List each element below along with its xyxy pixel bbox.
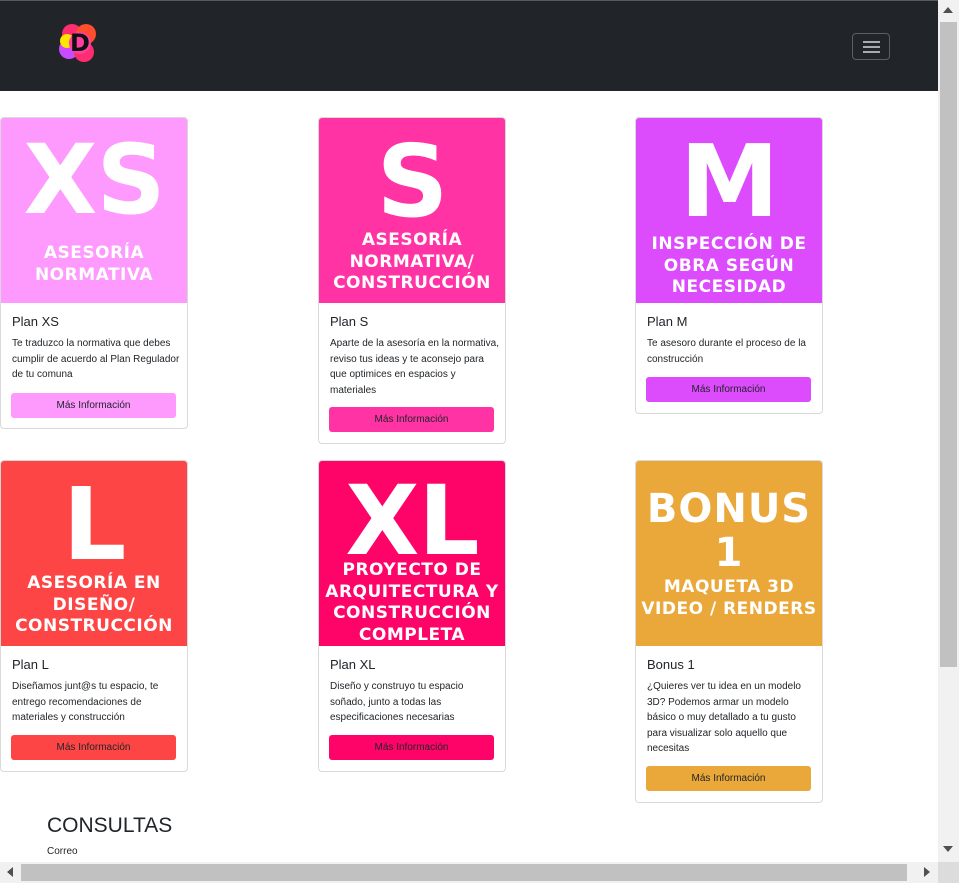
plan-subtitle: INSPECCIÓN DE OBRA SEGÚN NECESIDAD <box>651 234 807 297</box>
plan-subtitle: ASESORÍA NORMATIVA <box>34 243 154 285</box>
plan-card-image: S ASESORÍA NORMATIVA/ CONSTRUCCIÓN <box>319 118 505 303</box>
plan-title: Plan XL <box>330 657 376 672</box>
plan-title: Plan XS <box>12 314 59 329</box>
more-info-button[interactable]: Más Información <box>329 407 494 432</box>
plan-description: Diseño y construyo tu espacio soñado, ju… <box>330 681 464 723</box>
scroll-down-icon[interactable] <box>943 846 953 852</box>
plan-description: Diseñamos junt@s tu espacio, te entrego … <box>12 681 159 723</box>
plan-subtitle: MAQUETA 3D VIDEO / RENDERS <box>641 577 817 619</box>
plan-card-image: BONUS 1 MAQUETA 3D VIDEO / RENDERS <box>636 461 822 646</box>
plan-subtitle: PROYECTO DE ARQUITECTURA Y CONSTRUCCIÓN … <box>325 560 499 645</box>
plan-size-label: M <box>679 123 780 240</box>
navbar-toggle-button[interactable] <box>852 33 890 60</box>
plan-card-image: XL PROYECTO DE ARQUITECTURA Y CONSTRUCCI… <box>319 461 505 646</box>
plan-subtitle: ASESORÍA NORMATIVA/ CONSTRUCCIÓN <box>333 230 491 293</box>
vertical-scroll-thumb[interactable] <box>940 22 957 667</box>
brand-logo[interactable]: D <box>59 23 101 63</box>
scroll-up-icon[interactable] <box>943 7 953 13</box>
horizontal-scrollbar[interactable] <box>0 862 938 883</box>
plan-description: ¿Quieres ver tu idea en un modelo 3D? Po… <box>647 681 801 754</box>
scroll-left-icon[interactable] <box>7 867 13 877</box>
plan-size-label: L <box>62 466 127 583</box>
plan-title: Plan L <box>12 657 49 672</box>
contact-heading: CONSULTAS <box>47 814 173 837</box>
plan-card-xl: XL PROYECTO DE ARQUITECTURA Y CONSTRUCCI… <box>318 460 506 772</box>
plan-size-label: XL <box>345 465 479 577</box>
plan-subtitle: ASESORÍA EN DISEÑO/ CONSTRUCCIÓN <box>15 573 173 636</box>
page-viewport: D XS ASESORÍA NORMATIVA Plan XS Te tradu… <box>0 0 938 862</box>
plan-size-label: XS <box>23 124 165 236</box>
email-label: Correo <box>47 846 78 857</box>
plan-card-xs: XS ASESORÍA NORMATIVA Plan XS Te traduzc… <box>0 117 188 429</box>
plan-card-image: L ASESORÍA EN DISEÑO/ CONSTRUCCIÓN <box>1 461 187 646</box>
scroll-right-icon[interactable] <box>924 867 930 877</box>
plan-size-label: BONUS 1 <box>646 486 812 576</box>
navbar: D <box>0 0 938 91</box>
plan-card-l: L ASESORÍA EN DISEÑO/ CONSTRUCCIÓN Plan … <box>0 460 188 772</box>
plan-description: Te traduzco la normativa que debes cumpl… <box>12 338 180 380</box>
plan-size-label: S <box>376 123 448 240</box>
horizontal-scroll-thumb[interactable] <box>21 864 907 881</box>
hamburger-icon <box>863 46 880 48</box>
plan-card-s: S ASESORÍA NORMATIVA/ CONSTRUCCIÓN Plan … <box>318 117 506 444</box>
plan-description: Te asesoro durante el proceso de la cons… <box>647 338 806 365</box>
more-info-button[interactable]: Más Información <box>11 735 176 760</box>
plan-title: Bonus 1 <box>647 657 695 672</box>
plan-description: Aparte de la asesoría en la normativa, r… <box>330 338 499 396</box>
more-info-button[interactable]: Más Información <box>646 766 811 791</box>
more-info-button[interactable]: Más Información <box>329 735 494 760</box>
plan-card-m: M INSPECCIÓN DE OBRA SEGÚN NECESIDAD Pla… <box>635 117 823 414</box>
hamburger-icon <box>863 41 880 43</box>
plan-title: Plan M <box>647 314 688 329</box>
more-info-button[interactable]: Más Información <box>11 393 176 418</box>
plan-card-image: M INSPECCIÓN DE OBRA SEGÚN NECESIDAD <box>636 118 822 303</box>
more-info-button[interactable]: Más Información <box>646 377 811 402</box>
logo-letter: D <box>70 29 90 57</box>
plan-card-image: XS ASESORÍA NORMATIVA <box>1 118 187 303</box>
logo-icon: D <box>59 24 96 62</box>
vertical-scrollbar[interactable] <box>938 0 959 862</box>
scrollbar-corner <box>938 862 959 883</box>
hamburger-icon <box>863 51 880 53</box>
plan-title: Plan S <box>330 314 369 329</box>
plan-card-bonus: BONUS 1 MAQUETA 3D VIDEO / RENDERS Bonus… <box>635 460 823 803</box>
